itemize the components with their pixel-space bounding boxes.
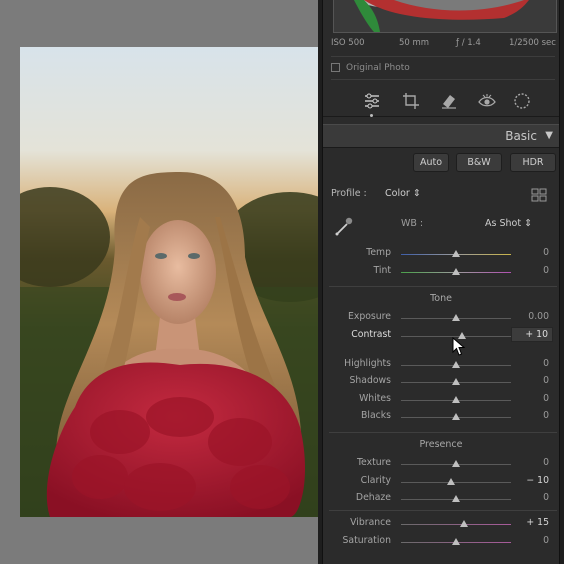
exposure-slider-row: Exposure 0.00 xyxy=(323,311,559,325)
shadows-thumb[interactable] xyxy=(452,378,460,385)
exif-focal-length: 50 mm xyxy=(399,38,430,48)
original-photo-label: Original Photo xyxy=(346,63,410,73)
saturation-slider-row: Saturation 0 xyxy=(323,535,559,549)
whites-label: Whites xyxy=(359,393,391,404)
highlights-slider-row: Highlights 0 xyxy=(323,358,559,372)
section-divider xyxy=(329,286,557,287)
temp-slider-row: Temp 0 xyxy=(323,247,559,261)
blacks-thumb[interactable] xyxy=(452,413,460,420)
wb-label: WB : xyxy=(401,218,424,229)
auto-button[interactable]: Auto xyxy=(413,153,449,172)
profile-select[interactable]: Color ⇕ xyxy=(385,188,421,199)
section-divider xyxy=(329,510,557,511)
dehaze-slider-row: Dehaze 0 xyxy=(323,492,559,506)
treatment-row: Auto B&W HDR xyxy=(323,153,559,172)
exposure-label: Exposure xyxy=(347,311,391,322)
exposure-value[interactable]: 0.00 xyxy=(528,311,549,322)
original-photo-checkbox[interactable] xyxy=(331,63,340,72)
tint-value[interactable]: 0 xyxy=(543,265,549,276)
wb-eyedropper-icon[interactable] xyxy=(333,215,355,240)
highlights-value[interactable]: 0 xyxy=(543,358,549,369)
edit-sliders-icon[interactable] xyxy=(363,92,381,110)
red-eye-icon[interactable] xyxy=(478,92,496,110)
profile-row: Profile : Color ⇕ xyxy=(323,188,559,204)
saturation-value[interactable]: 0 xyxy=(543,535,549,546)
saturation-thumb[interactable] xyxy=(452,538,460,545)
saturation-label: Saturation xyxy=(342,535,391,546)
contrast-label: Contrast xyxy=(351,329,391,340)
tone-section-title: Tone xyxy=(430,293,452,304)
develop-right-panel: ISO 500 50 mm ƒ / 1.4 1/2500 sec Origina… xyxy=(318,0,564,564)
exif-aperture: ƒ / 1.4 xyxy=(456,38,481,48)
original-photo-row[interactable]: Original Photo xyxy=(331,56,555,80)
histogram[interactable] xyxy=(333,0,557,33)
vibrance-label: Vibrance xyxy=(350,517,391,528)
basic-panel-header[interactable]: Basic ▼ xyxy=(323,124,559,148)
tool-strip xyxy=(323,86,559,117)
dehaze-value[interactable]: 0 xyxy=(543,492,549,503)
texture-value[interactable]: 0 xyxy=(543,457,549,468)
texture-slider-row: Texture 0 xyxy=(323,457,559,471)
texture-thumb[interactable] xyxy=(452,460,460,467)
active-tool-indicator xyxy=(370,114,373,117)
tint-thumb[interactable] xyxy=(452,268,460,275)
highlights-thumb[interactable] xyxy=(452,361,460,368)
section-divider xyxy=(329,432,557,433)
profile-browser-grid-icon[interactable] xyxy=(531,187,547,206)
clarity-thumb[interactable] xyxy=(446,478,455,485)
photo-preview[interactable] xyxy=(20,47,332,517)
mouse-pointer-icon xyxy=(452,336,466,357)
blacks-value[interactable]: 0 xyxy=(543,410,549,421)
vibrance-value[interactable]: + 15 xyxy=(526,517,549,528)
histogram-graph xyxy=(334,0,556,32)
blacks-slider-row: Blacks 0 xyxy=(323,410,559,424)
exif-shutter: 1/2500 sec xyxy=(509,38,556,48)
bw-button[interactable]: B&W xyxy=(456,153,502,172)
healing-eraser-icon[interactable] xyxy=(440,92,458,110)
temp-label: Temp xyxy=(366,247,391,258)
panel-inner: ISO 500 50 mm ƒ / 1.4 1/2500 sec Origina… xyxy=(322,0,560,564)
tint-slider-row: Tint 0 xyxy=(323,265,559,279)
contrast-slider-row: Contrast + 10 xyxy=(323,327,559,343)
texture-label: Texture xyxy=(356,457,391,468)
tint-label: Tint xyxy=(373,265,391,276)
dehaze-label: Dehaze xyxy=(355,492,391,503)
dehaze-thumb[interactable] xyxy=(452,495,460,502)
whites-slider-row: Whites 0 xyxy=(323,393,559,407)
shadows-label: Shadows xyxy=(349,375,391,386)
blacks-label: Blacks xyxy=(361,410,391,421)
exif-iso: ISO 500 xyxy=(331,38,365,48)
contrast-value[interactable]: + 10 xyxy=(511,327,553,342)
white-balance-row: WB : As Shot ⇕ xyxy=(323,217,559,236)
highlights-label: Highlights xyxy=(344,358,391,369)
exposure-thumb[interactable] xyxy=(452,314,460,321)
crop-icon[interactable] xyxy=(402,92,420,110)
basic-panel-title: Basic xyxy=(505,129,537,143)
profile-label: Profile : xyxy=(331,188,367,199)
collapse-triangle-icon[interactable]: ▼ xyxy=(545,130,553,141)
shadows-value[interactable]: 0 xyxy=(543,375,549,386)
shadows-slider-row: Shadows 0 xyxy=(323,375,559,389)
vibrance-track[interactable] xyxy=(401,524,511,525)
whites-value[interactable]: 0 xyxy=(543,393,549,404)
exif-info: ISO 500 50 mm ƒ / 1.4 1/2500 sec xyxy=(323,38,559,52)
mask-circle-icon[interactable] xyxy=(513,92,531,110)
hdr-button[interactable]: HDR xyxy=(510,153,556,172)
clarity-track[interactable] xyxy=(401,482,511,483)
portrait-image xyxy=(20,172,332,517)
temp-value[interactable]: 0 xyxy=(543,247,549,258)
presence-section-title: Presence xyxy=(419,439,463,450)
vibrance-slider-row: Vibrance + 15 xyxy=(323,517,559,531)
wb-select[interactable]: As Shot ⇕ xyxy=(485,218,532,229)
clarity-label: Clarity xyxy=(360,475,391,486)
whites-thumb[interactable] xyxy=(452,396,460,403)
temp-thumb[interactable] xyxy=(452,250,460,257)
clarity-value[interactable]: − 10 xyxy=(526,475,549,486)
clarity-slider-row: Clarity − 10 xyxy=(323,475,559,489)
vibrance-thumb[interactable] xyxy=(460,520,469,527)
